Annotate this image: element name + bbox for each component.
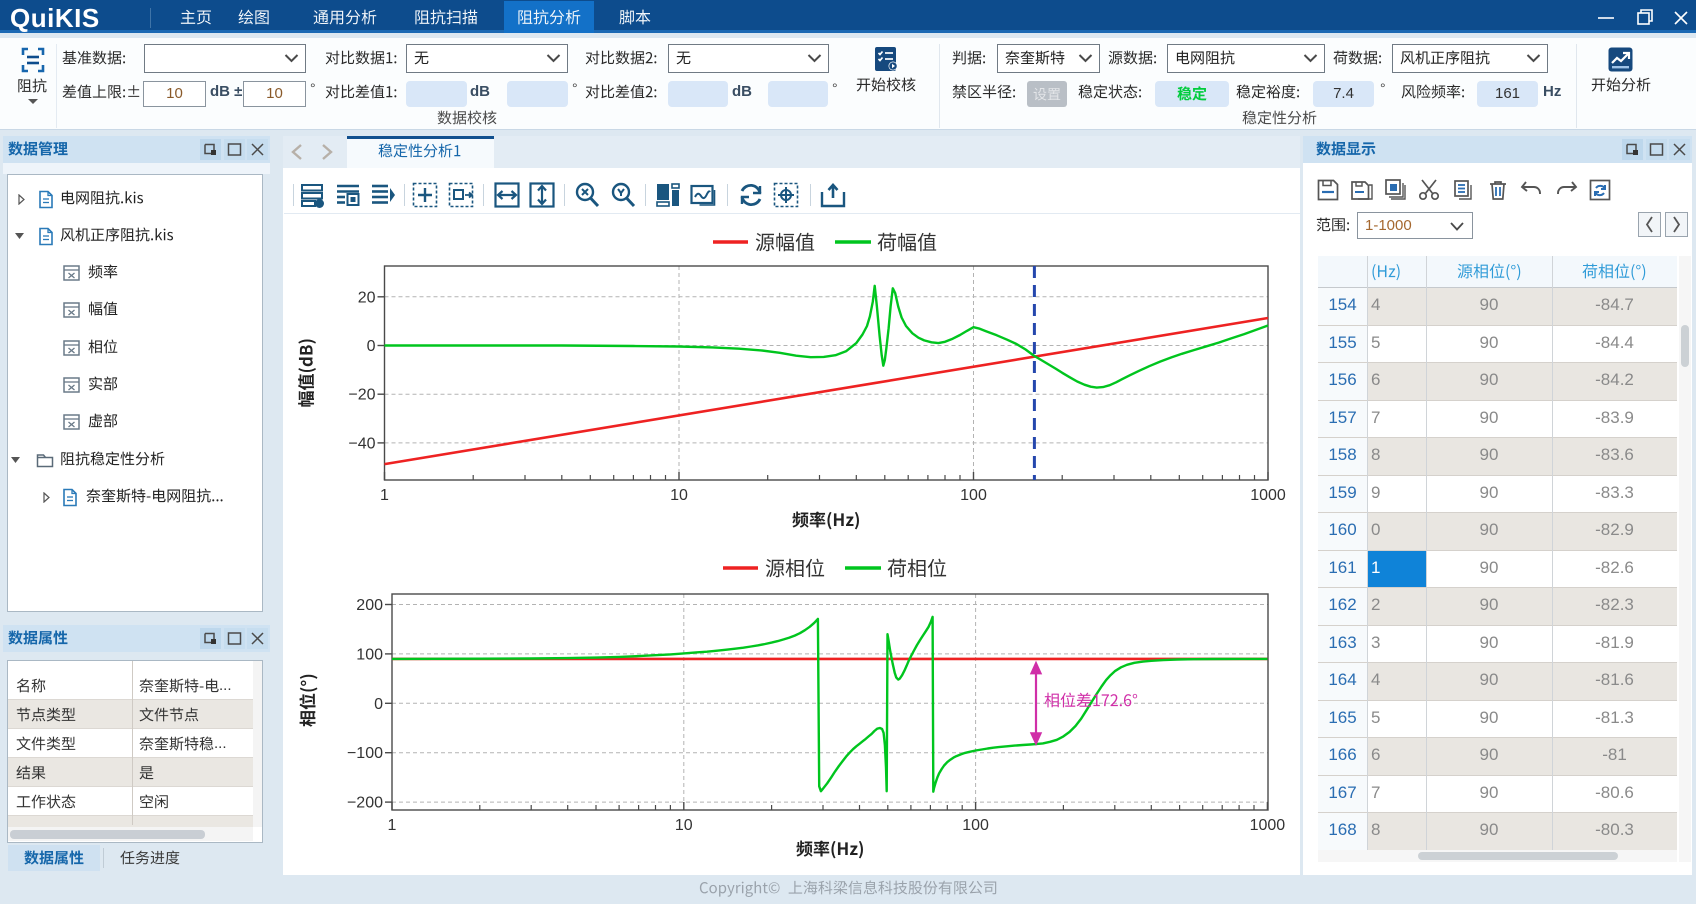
svg-text:0: 0 [374,696,383,713]
svg-text:−40: −40 [348,435,375,452]
svg-text:1000: 1000 [1250,487,1286,504]
svg-text:10: 10 [670,487,688,504]
svg-text:−20: −20 [348,387,375,404]
svg-text:1000: 1000 [1250,817,1286,834]
svg-text:1: 1 [388,817,397,834]
svg-text:20: 20 [358,289,376,306]
svg-text:−100: −100 [347,745,383,762]
svg-text:100: 100 [356,646,383,663]
svg-text:100: 100 [962,817,989,834]
svg-text:200: 200 [356,597,383,614]
svg-text:100: 100 [960,487,987,504]
svg-text:0: 0 [367,338,376,355]
svg-text:−200: −200 [347,795,383,812]
svg-text:1: 1 [380,487,389,504]
svg-text:10: 10 [675,817,693,834]
